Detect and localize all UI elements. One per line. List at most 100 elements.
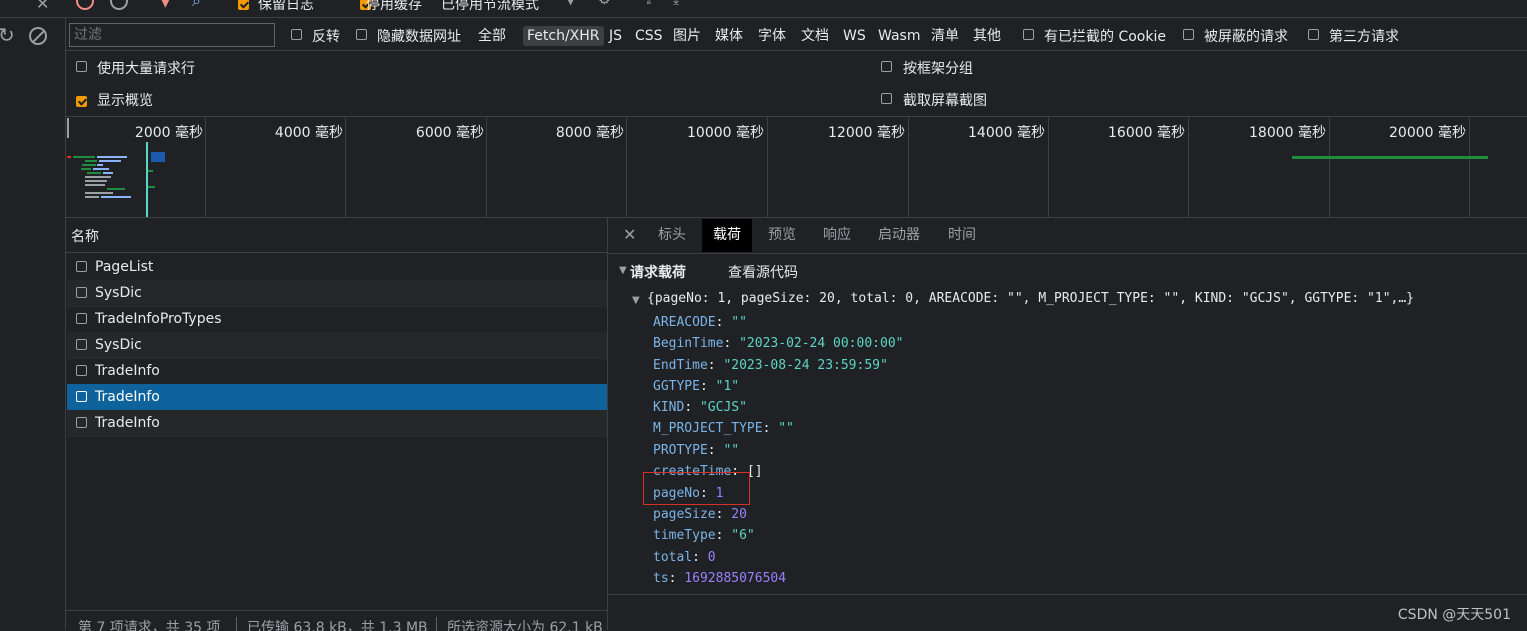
network-settings-icon[interactable]: ⚙ (598, 0, 611, 8)
prop-key: EndTime (653, 358, 708, 373)
section-toggle-icon[interactable]: ▼ (619, 265, 627, 276)
timeline-tick: 18000 毫秒 (1249, 125, 1326, 141)
tab-response[interactable]: 响应 (812, 219, 862, 252)
preserve-log-checkbox[interactable] (238, 0, 249, 10)
colon: : (668, 571, 685, 586)
invert-checkbox[interactable] (291, 29, 302, 40)
payload-prop[interactable]: AREACODE: "" (653, 315, 747, 330)
close-icon[interactable]: ✕ (36, 0, 49, 13)
payload-prop[interactable]: timeType: "6" (653, 528, 755, 543)
tab-initiator[interactable]: 启动器 (867, 219, 931, 252)
blocked-cookies-checkbox[interactable] (1023, 29, 1034, 40)
block-icon[interactable] (29, 27, 47, 45)
request-row[interactable]: SysDic (67, 332, 607, 359)
row-checkbox[interactable] (76, 391, 87, 402)
type-filter-other[interactable]: 其他 (973, 26, 1001, 46)
long-request-bar (1292, 156, 1488, 159)
grid-line (626, 117, 627, 217)
type-filter-js[interactable]: JS (609, 26, 622, 46)
group-by-frame-checkbox[interactable] (881, 61, 892, 72)
row-checkbox[interactable] (76, 339, 87, 350)
show-overview-checkbox[interactable] (76, 95, 87, 107)
filter-input[interactable] (69, 23, 275, 47)
timeline-request-bars (67, 152, 165, 198)
third-party-checkbox[interactable] (1308, 29, 1319, 40)
hide-data-urls-checkbox[interactable] (356, 29, 367, 40)
timeline-tick: 6000 毫秒 (415, 125, 484, 141)
refresh-icon[interactable]: ↻ (0, 23, 15, 47)
request-row-selected[interactable]: TradeInfo (67, 384, 607, 411)
type-filter-images[interactable]: 图片 (673, 26, 701, 46)
request-list-header[interactable]: 名称 (66, 218, 607, 253)
dom-content-loaded-marker (146, 142, 148, 217)
search-icon[interactable]: ⌕ (192, 0, 201, 11)
upload-icon[interactable]: ⇪ (643, 0, 655, 8)
type-filter-manifest[interactable]: 清单 (931, 26, 959, 46)
payload-prop[interactable]: PROTYPE: "" (653, 443, 739, 458)
payload-prop[interactable]: GGTYPE: "1" (653, 379, 739, 394)
type-filter-wasm[interactable]: Wasm (878, 26, 920, 46)
prop-value: 0 (707, 550, 716, 565)
payload-prop[interactable]: M_PROJECT_TYPE: "" (653, 421, 794, 436)
download-icon[interactable]: ⤓ (673, 0, 679, 8)
payload-prop[interactable]: KIND: "GCJS" (653, 400, 747, 415)
record-stop-icon[interactable] (76, 0, 94, 10)
request-row[interactable]: TradeInfo (67, 410, 607, 437)
request-row[interactable]: SysDic (67, 280, 607, 307)
prop-key: GGTYPE (653, 379, 700, 394)
tab-preview[interactable]: 预览 (757, 219, 807, 252)
type-filter-ws[interactable]: WS (843, 26, 866, 46)
request-row[interactable]: TradeInfo (67, 358, 607, 385)
object-toggle-icon[interactable]: ▼ (632, 295, 640, 306)
big-request-rows-label: 使用大量请求行 (97, 61, 195, 77)
grid-line (345, 117, 346, 217)
row-checkbox[interactable] (76, 313, 87, 324)
big-request-rows-checkbox[interactable] (76, 61, 87, 72)
payload-prop[interactable]: BeginTime: "2023-02-24 00:00:00" (653, 336, 903, 351)
type-filter-media[interactable]: 媒体 (715, 26, 743, 46)
view-source-link[interactable]: 查看源代码 (728, 262, 798, 282)
filter-funnel-icon[interactable]: ▼ (160, 0, 171, 10)
payload-prop[interactable]: total: 0 (653, 550, 716, 565)
type-filter-css[interactable]: CSS (635, 26, 663, 46)
tab-headers[interactable]: 标头 (647, 219, 697, 252)
request-name: TradeInfoProTypes (95, 311, 222, 327)
close-detail-icon[interactable]: ✕ (623, 225, 636, 244)
type-filter-all[interactable]: 全部 (478, 26, 506, 46)
panel-splitter[interactable] (607, 218, 608, 630)
blocked-cookies-label: 有已拦截的 Cookie (1044, 29, 1166, 45)
clear-icon[interactable] (110, 0, 128, 10)
grid-line (205, 117, 206, 217)
payload-prop[interactable]: ts: 1692885076504 (653, 571, 786, 586)
payload-summary[interactable]: {pageNo: 1, pageSize: 20, total: 0, AREA… (647, 291, 1414, 306)
type-filter-fonts[interactable]: 字体 (758, 26, 786, 46)
capture-screenshots-checkbox[interactable] (881, 93, 892, 104)
colon: : (723, 336, 740, 351)
prop-value: "GCJS" (699, 400, 747, 415)
timeline-tick: 20000 毫秒 (1389, 125, 1466, 141)
request-row[interactable]: TradeInfoProTypes (67, 306, 607, 333)
payload-section-title[interactable]: 请求载荷 (630, 262, 686, 282)
chevron-down-icon[interactable]: ▼ (566, 0, 575, 7)
row-checkbox[interactable] (76, 261, 87, 272)
timeline-tick: 2000 毫秒 (134, 125, 203, 141)
name-column-header[interactable]: 名称 (71, 226, 99, 246)
payload-prop[interactable]: pageSize: 20 (653, 507, 747, 522)
type-filter-doc[interactable]: 文档 (801, 26, 829, 46)
highlight-box (643, 472, 750, 505)
row-checkbox[interactable] (76, 287, 87, 298)
throttle-select[interactable]: 已停用节流模式 (441, 0, 539, 14)
grid-line (1469, 117, 1470, 217)
timeline-tick: 10000 毫秒 (687, 125, 764, 141)
blocked-requests-checkbox[interactable] (1183, 29, 1194, 40)
prop-key: pageSize (653, 507, 716, 522)
row-checkbox[interactable] (76, 365, 87, 376)
row-checkbox[interactable] (76, 417, 87, 428)
payload-prop[interactable]: EndTime: "2023-08-24 23:59:59" (653, 358, 888, 373)
tab-timing[interactable]: 时间 (937, 219, 987, 252)
grid-line (767, 117, 768, 217)
type-filter-fetch-xhr[interactable]: Fetch/XHR (523, 26, 604, 46)
request-row[interactable]: PageList (67, 254, 607, 281)
tab-payload[interactable]: 载荷 (702, 219, 752, 252)
grid-line (486, 117, 487, 217)
